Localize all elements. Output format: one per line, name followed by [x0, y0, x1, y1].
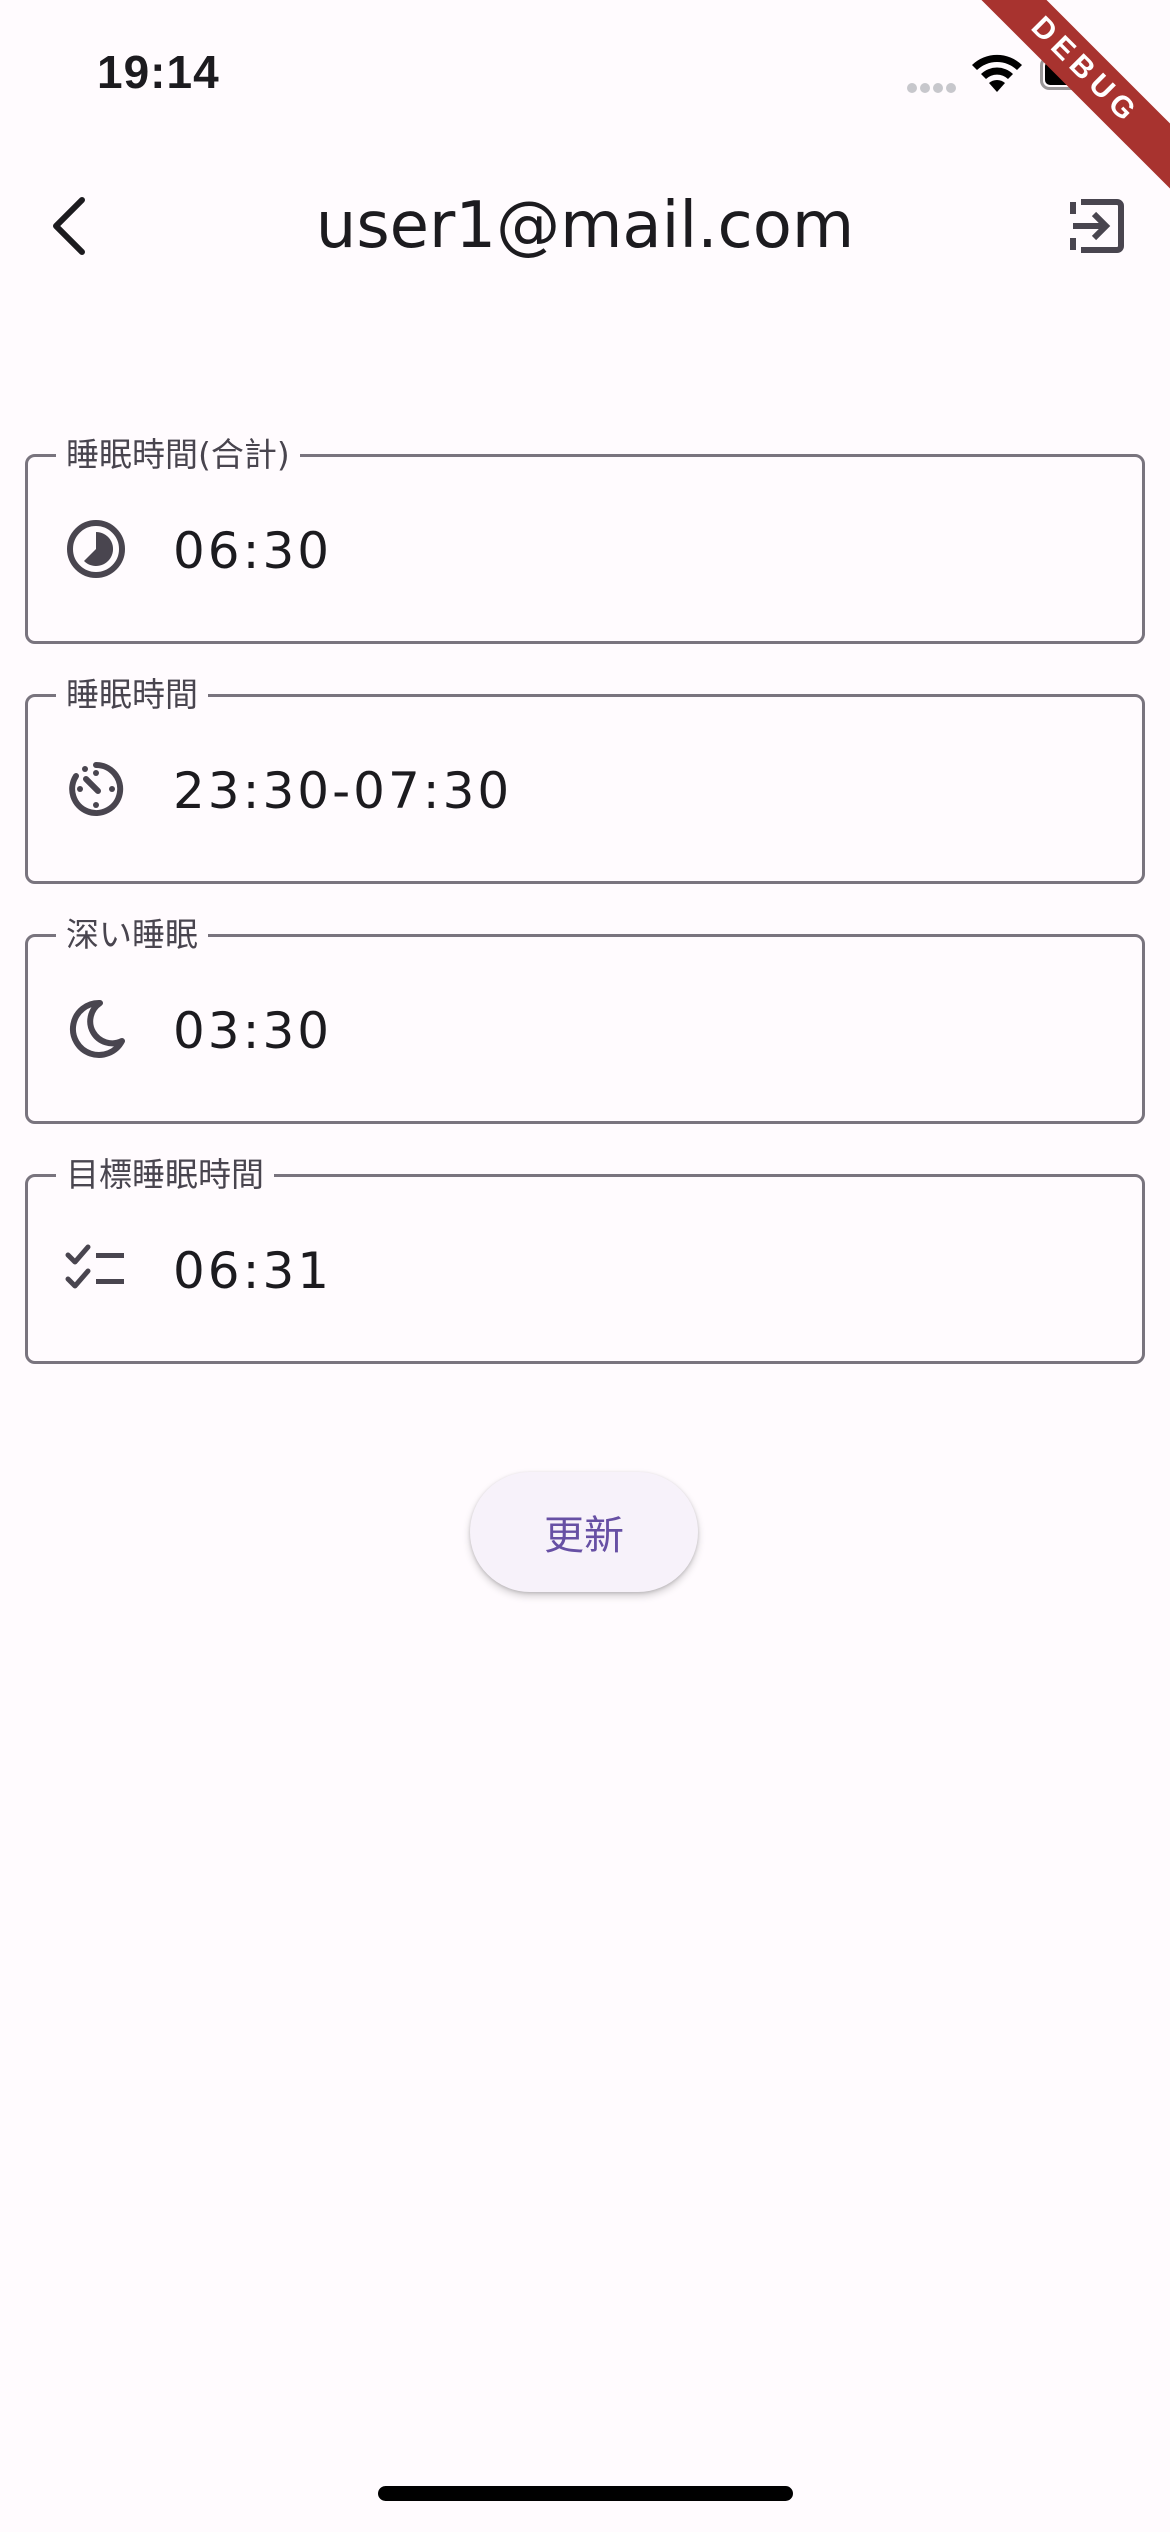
update-button[interactable]: 更新 — [470, 1472, 698, 1592]
status-time: 19:14 — [97, 46, 220, 98]
sleep-time-label: 睡眠時間 — [56, 675, 208, 715]
page-title: user1@mail.com — [315, 189, 855, 263]
total-sleep-value: 06:30 — [173, 522, 333, 580]
deep-sleep-value: 03:30 — [173, 1002, 333, 1060]
home-indicator — [378, 2486, 793, 2501]
deep-sleep-label: 深い睡眠 — [56, 915, 208, 955]
cellular-signal-icon — [907, 83, 956, 93]
chevron-left-icon — [53, 197, 85, 255]
target-sleep-label: 目標睡眠時間 — [56, 1155, 274, 1195]
clock-icon — [67, 520, 125, 578]
moon-icon — [69, 999, 125, 1058]
sleep-time-value: 23:30-07:30 — [173, 762, 513, 820]
total-sleep-label: 睡眠時間(合計) — [56, 435, 300, 475]
timelapse-icon — [69, 761, 124, 816]
app-bar: user1@mail.com — [0, 170, 1170, 282]
deep-sleep-field[interactable]: 深い睡眠 03:30 — [25, 915, 1145, 1124]
back-button[interactable] — [30, 186, 110, 266]
wifi-icon — [972, 54, 1022, 92]
target-sleep-value: 06:31 — [173, 1242, 333, 1300]
target-sleep-field[interactable]: 目標睡眠時間 06:31 — [25, 1155, 1145, 1364]
logout-button[interactable] — [1057, 186, 1137, 266]
checklist-icon — [65, 1244, 124, 1289]
sleep-time-field[interactable]: 睡眠時間 23:30-07:30 — [25, 675, 1145, 884]
total-sleep-field[interactable]: 睡眠時間(合計) 06:30 — [25, 435, 1145, 644]
status-bar: 19:14 — [0, 0, 1170, 150]
logout-icon — [1070, 199, 1124, 253]
